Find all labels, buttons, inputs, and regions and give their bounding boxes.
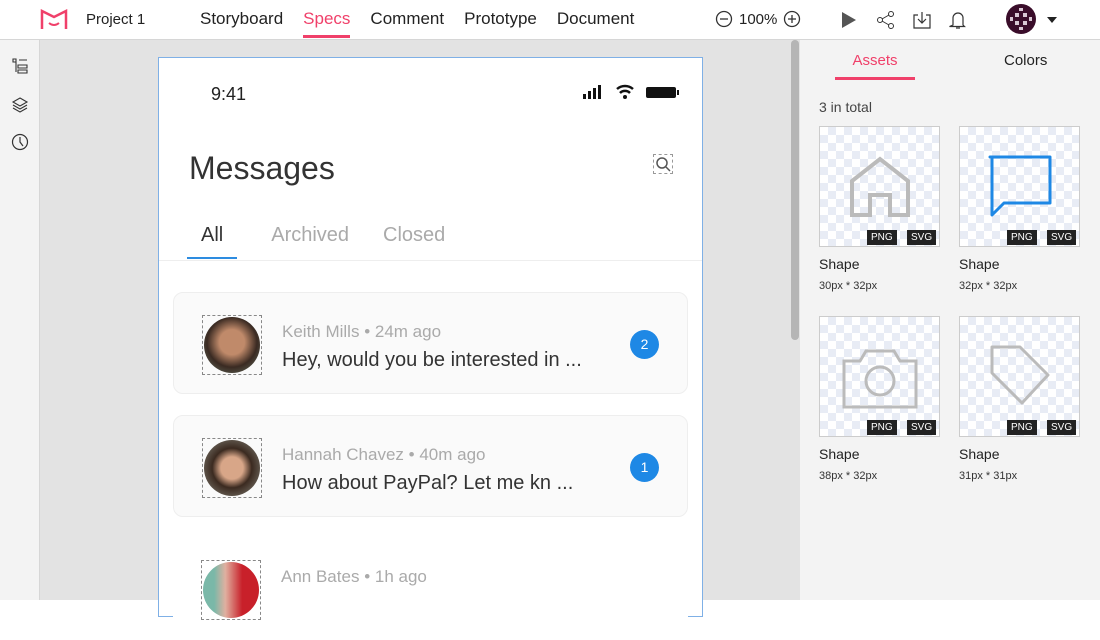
nav-document[interactable]: Document	[557, 9, 634, 38]
nav-storyboard[interactable]: Storyboard	[200, 9, 283, 38]
top-bar: Project 1 Storyboard Specs Comment Proto…	[0, 0, 1100, 40]
sender-name: Ann Bates	[281, 567, 360, 586]
left-toolbar	[0, 40, 40, 600]
asset-card[interactable]: PNG SVG Shape 31px * 31px	[959, 316, 1080, 482]
message-preview: How about PayPal? Let me kn ...	[282, 472, 574, 494]
share-icon[interactable]	[876, 10, 896, 30]
message-tabs: All Archived Closed	[187, 224, 445, 259]
nav-specs[interactable]: Specs	[303, 9, 351, 38]
assets-panel: Assets Colors 3 in total PNG SVG Shape 30…	[800, 40, 1100, 600]
png-tag[interactable]: PNG	[867, 230, 897, 245]
message-item[interactable]: Hannah Chavez • 40m ago How about PayPal…	[173, 415, 688, 517]
phone-artboard[interactable]: 9:41 Messages All Archived Closed Keith …	[158, 57, 703, 640]
png-tag[interactable]: PNG	[1007, 420, 1037, 435]
avatar	[202, 438, 262, 498]
tab-colors[interactable]: Colors	[1004, 52, 1047, 69]
camera-icon	[842, 349, 918, 409]
main-nav: Storyboard Specs Comment Prototype Docum…	[200, 9, 634, 38]
nav-prototype[interactable]: Prototype	[464, 9, 537, 38]
app-logo-icon	[40, 9, 68, 29]
assets-count: 3 in total	[819, 99, 872, 115]
svg-tag[interactable]: SVG	[907, 230, 937, 245]
chat-bubble-icon	[988, 155, 1052, 217]
user-avatar[interactable]	[1006, 4, 1036, 34]
tab-closed[interactable]: Closed	[383, 224, 445, 259]
zoom-level: 100%	[739, 10, 778, 28]
message-time: • 40m ago	[408, 445, 486, 464]
png-tag[interactable]: PNG	[867, 420, 897, 435]
tab-archived[interactable]: Archived	[271, 224, 349, 259]
tab-all[interactable]: All	[187, 224, 238, 259]
svg-tag[interactable]: SVG	[1047, 420, 1077, 435]
zoom-in-icon[interactable]	[783, 10, 801, 28]
asset-size: 32px * 32px	[959, 280, 1018, 292]
message-preview: Hey, would you be interested in ...	[282, 349, 582, 371]
user-menu-caret-icon[interactable]	[1047, 17, 1057, 28]
search-icon[interactable]	[653, 154, 673, 174]
asset-name: Shape	[819, 256, 860, 272]
nav-comment[interactable]: Comment	[370, 9, 444, 38]
sender-line: Ann Bates • 1h ago	[281, 567, 427, 587]
asset-size: 31px * 31px	[959, 470, 1018, 482]
asset-name: Shape	[959, 256, 1000, 272]
download-icon[interactable]	[912, 10, 932, 30]
svg-tag[interactable]: SVG	[1047, 230, 1077, 245]
message-time: • 1h ago	[364, 567, 427, 586]
sender-line: Hannah Chavez • 40m ago	[282, 445, 486, 465]
unread-badge: 2	[630, 330, 659, 359]
avatar	[202, 315, 262, 375]
svg-tag[interactable]: SVG	[907, 420, 937, 435]
page-title: Messages	[189, 150, 335, 186]
play-icon[interactable]	[840, 10, 858, 30]
sender-name: Hannah Chavez	[282, 445, 404, 464]
message-time: • 24m ago	[364, 322, 442, 341]
canvas-scrollbar[interactable]	[791, 40, 799, 340]
asset-size: 38px * 32px	[819, 470, 878, 482]
zoom-out-icon[interactable]	[715, 10, 733, 28]
tab-assets[interactable]: Assets	[835, 52, 915, 80]
asset-card[interactable]: PNG SVG Shape 32px * 32px	[959, 126, 1080, 292]
asset-card[interactable]: PNG SVG Shape 38px * 32px	[819, 316, 940, 482]
status-time: 9:41	[211, 84, 247, 104]
asset-size: 30px * 32px	[819, 280, 878, 292]
message-item[interactable]: Keith Mills • 24m ago Hey, would you be …	[173, 292, 688, 394]
tag-icon	[990, 345, 1050, 405]
png-tag[interactable]: PNG	[1007, 230, 1037, 245]
sender-line: Keith Mills • 24m ago	[282, 322, 441, 342]
asset-name: Shape	[819, 446, 860, 462]
outline-icon[interactable]	[11, 57, 29, 80]
message-item[interactable]: Ann Bates • 1h ago	[173, 538, 688, 640]
home-icon	[850, 156, 910, 217]
avatar	[201, 560, 261, 620]
divider	[159, 260, 702, 261]
zoom-control: 100%	[715, 10, 801, 28]
status-icons	[583, 84, 679, 99]
asset-name: Shape	[959, 446, 1000, 462]
layers-icon[interactable]	[11, 95, 29, 118]
bell-icon[interactable]	[949, 10, 967, 30]
unread-badge: 1	[630, 453, 659, 482]
asset-card[interactable]: PNG SVG Shape 30px * 32px	[819, 126, 940, 292]
history-clock-icon[interactable]	[11, 133, 29, 156]
project-name[interactable]: Project 1	[86, 11, 145, 28]
sender-name: Keith Mills	[282, 322, 360, 341]
